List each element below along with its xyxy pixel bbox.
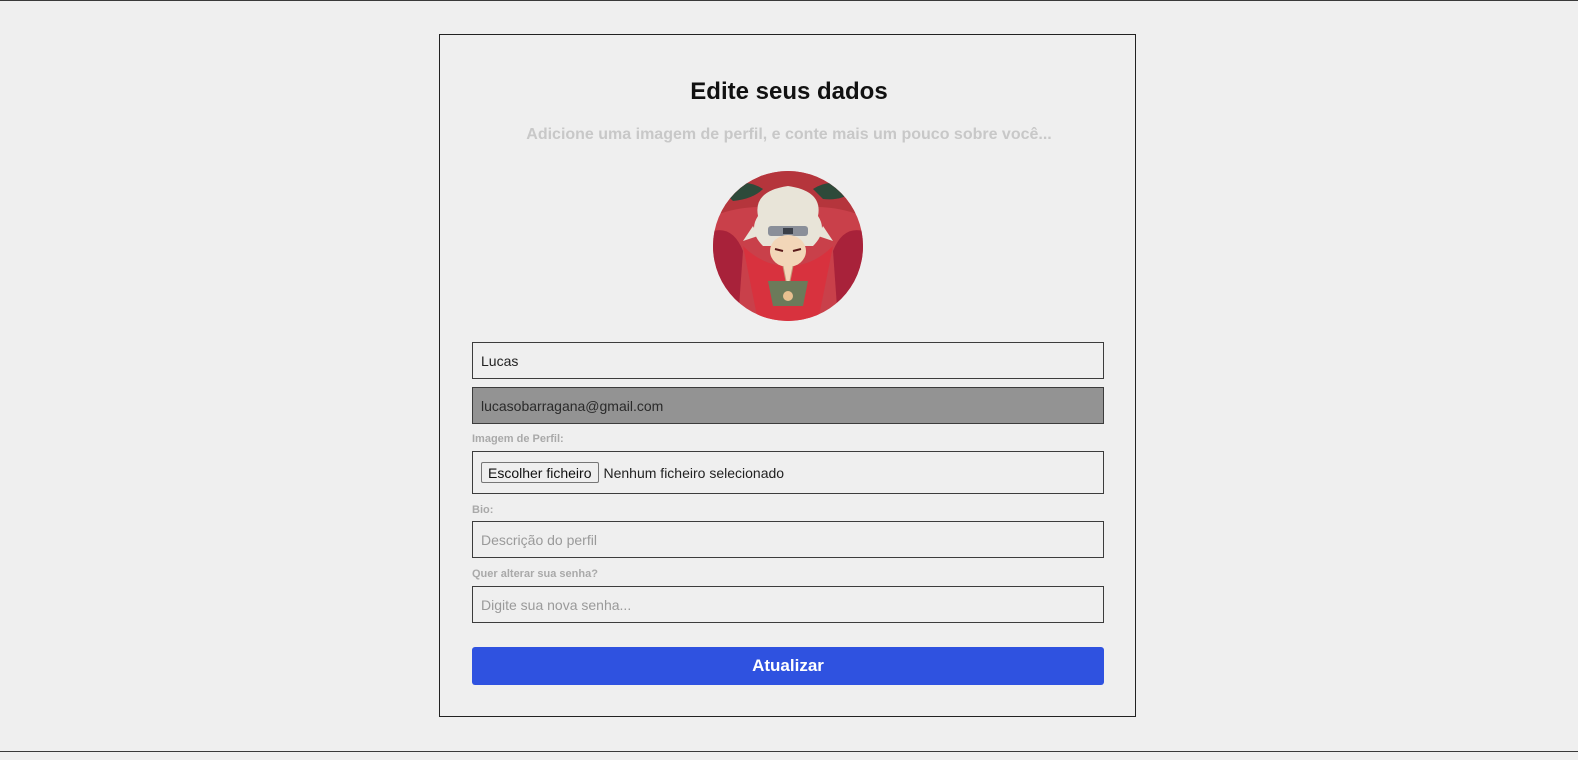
file-status-text: Nenhum ficheiro selecionado — [603, 464, 785, 481]
avatar-image — [713, 171, 863, 321]
name-input[interactable] — [472, 342, 1104, 379]
bio-input[interactable] — [472, 521, 1104, 558]
email-input — [472, 387, 1104, 424]
choose-file-button[interactable]: Escolher ficheiro — [481, 462, 599, 483]
page-subtitle: Adicione uma imagem de perfil, e conte m… — [526, 126, 1052, 143]
profile-image-label: Imagem de Perfil: — [472, 433, 564, 445]
update-button[interactable]: Atualizar — [472, 647, 1104, 685]
bottom-divider — [0, 751, 1578, 752]
profile-image-file-input[interactable]: Escolher ficheiro Nenhum ficheiro seleci… — [472, 451, 1104, 494]
new-password-input[interactable] — [472, 586, 1104, 623]
avatar — [713, 171, 863, 321]
page-title: Edite seus dados — [690, 78, 888, 105]
top-divider — [0, 0, 1578, 1]
password-label: Quer alterar sua senha? — [472, 568, 598, 580]
bio-label: Bio: — [472, 504, 494, 516]
